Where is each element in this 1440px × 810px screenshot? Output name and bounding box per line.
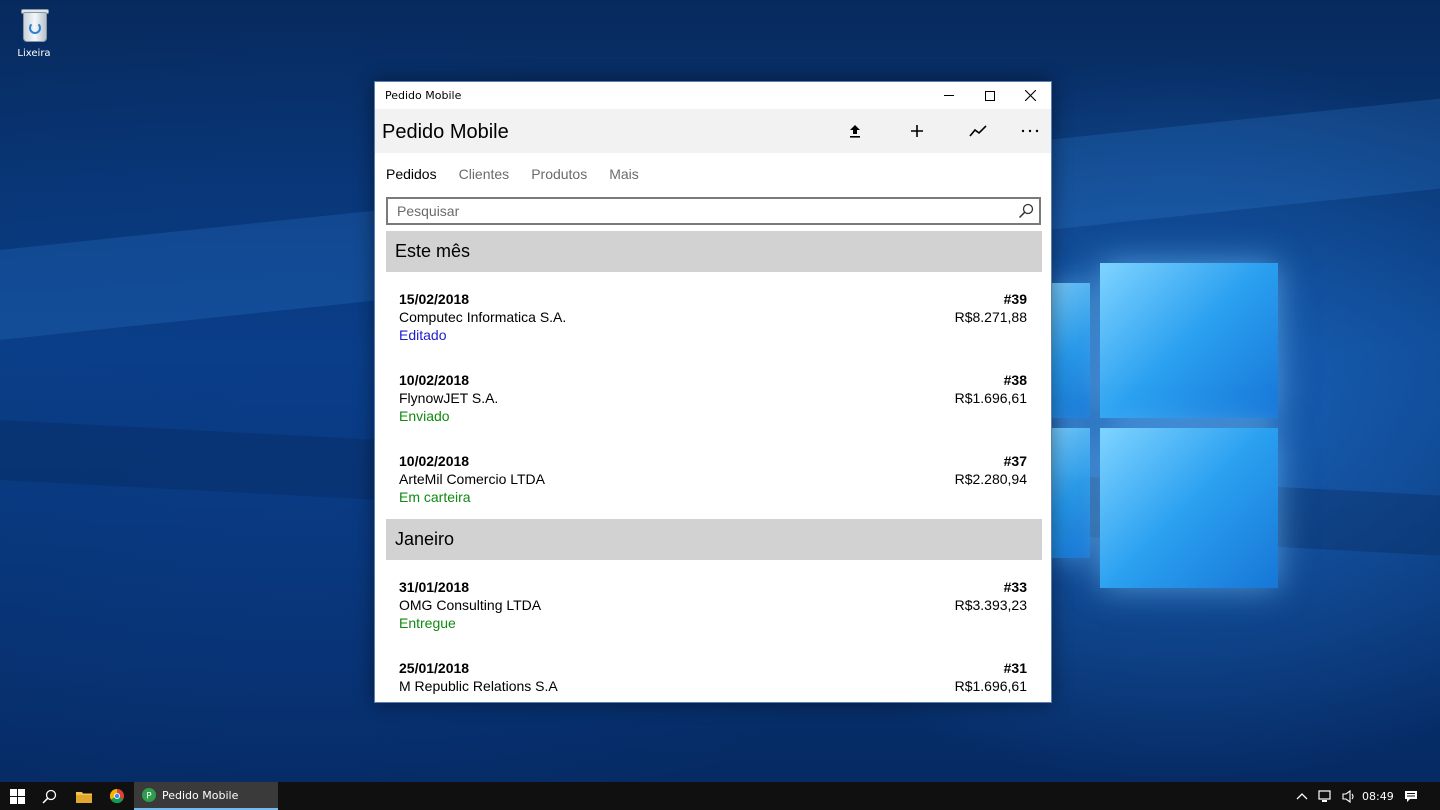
app-title: Pedido Mobile <box>382 121 509 143</box>
chart-button[interactable] <box>962 115 994 147</box>
order-item[interactable]: 10/02/2018 #37 ArteMil Comercio LTDA R$2… <box>386 434 1042 515</box>
upload-icon <box>850 125 860 138</box>
chrome-icon <box>110 789 124 803</box>
order-status: Editado <box>399 327 447 343</box>
order-date: 15/02/2018 <box>399 291 470 307</box>
tab-mais[interactable]: Mais <box>609 166 639 182</box>
action-center-button[interactable] <box>1398 782 1424 810</box>
taskbar-app-label: Pedido Mobile <box>162 788 239 802</box>
search-icon <box>41 789 56 804</box>
search-icon[interactable] <box>1018 203 1034 219</box>
orders-list: Este mês 15/02/2018 #39 Computec Informa… <box>386 231 1042 702</box>
desktop-icon-recycle-bin[interactable]: Lixeira <box>8 6 60 59</box>
close-icon <box>1025 90 1036 101</box>
maximize-icon <box>984 90 995 101</box>
app-header: Pedido Mobile <box>375 109 1051 153</box>
order-item[interactable]: 15/02/2018 #39 Computec Informatica S.A.… <box>386 272 1042 353</box>
group-header: Janeiro <box>386 519 1042 560</box>
order-value: R$1.696,61 <box>954 678 1027 694</box>
order-value: R$2.280,94 <box>954 471 1027 487</box>
order-number: #37 <box>1003 453 1027 469</box>
order-item[interactable]: 31/01/2018 #33 OMG Consulting LTDA R$3.3… <box>386 560 1042 641</box>
chrome-button[interactable] <box>102 782 132 810</box>
order-number: #39 <box>1003 291 1027 307</box>
title-bar[interactable]: Pedido Mobile <box>375 82 1051 109</box>
windows-start-icon <box>9 788 25 804</box>
add-icon <box>911 125 923 137</box>
order-number: #31 <box>1003 660 1027 676</box>
more-button[interactable] <box>1014 115 1046 147</box>
pedido-mobile-app-icon: P <box>142 788 156 802</box>
order-client: M Republic Relations S.A <box>399 678 558 694</box>
tab-pedidos[interactable]: Pedidos <box>386 166 437 182</box>
window-title: Pedido Mobile <box>385 89 462 102</box>
system-tray <box>1296 782 1356 810</box>
notification-icon <box>1405 790 1417 802</box>
add-button[interactable] <box>901 115 933 147</box>
recycle-bin-icon <box>19 6 49 44</box>
order-client: FlynowJET S.A. <box>399 390 499 406</box>
order-item[interactable]: 25/01/2018 #31 M Republic Relations S.A … <box>386 641 1042 702</box>
order-value: R$1.696,61 <box>954 390 1027 406</box>
tab-bar: Pedidos Clientes Produtos Mais <box>386 166 639 182</box>
order-client: Computec Informatica S.A. <box>399 309 567 325</box>
order-client: ArteMil Comercio LTDA <box>399 471 545 487</box>
order-item[interactable]: 10/02/2018 #38 FlynowJET S.A. R$1.696,61… <box>386 353 1042 434</box>
taskbar-clock[interactable]: 08:49 <box>1362 790 1394 803</box>
more-icon <box>1021 129 1039 133</box>
order-number: #33 <box>1003 579 1027 595</box>
upload-button[interactable] <box>839 115 871 147</box>
folder-icon <box>76 791 92 803</box>
order-date: 10/02/2018 <box>399 372 470 388</box>
chevron-up-icon[interactable] <box>1296 792 1308 800</box>
file-explorer-button[interactable] <box>68 782 100 810</box>
group-header: Este mês <box>386 231 1042 272</box>
search-box <box>386 197 1041 225</box>
taskbar-search-button[interactable] <box>34 782 64 810</box>
order-date: 10/02/2018 <box>399 453 470 469</box>
close-button[interactable] <box>1010 82 1051 109</box>
minimize-icon <box>943 95 954 96</box>
svg-text:P: P <box>146 792 152 802</box>
chart-icon <box>969 125 987 137</box>
order-date: 25/01/2018 <box>399 660 470 676</box>
app-window: Pedido Mobile Pedido Mobile Pedidos Clie… <box>374 81 1052 703</box>
minimize-button[interactable] <box>928 82 969 109</box>
tab-produtos[interactable]: Produtos <box>531 166 587 182</box>
order-value: R$8.271,88 <box>954 309 1027 325</box>
volume-icon[interactable] <box>1342 789 1356 803</box>
order-date: 31/01/2018 <box>399 579 470 595</box>
search-input[interactable] <box>388 199 1008 223</box>
order-number: #38 <box>1003 372 1027 388</box>
network-icon[interactable] <box>1318 789 1334 803</box>
order-status: Em carteira <box>399 489 471 505</box>
windows-logo-wallpaper <box>1052 258 1282 588</box>
order-status: Entregue <box>399 615 456 631</box>
start-button[interactable] <box>0 782 34 810</box>
order-client: OMG Consulting LTDA <box>399 597 542 613</box>
tab-clientes[interactable]: Clientes <box>459 166 510 182</box>
order-value: R$3.393,23 <box>954 597 1027 613</box>
order-status: Enviado <box>399 408 450 424</box>
taskbar: P Pedido Mobile 08:49 <box>0 782 1440 810</box>
taskbar-app-pedido-mobile[interactable]: P Pedido Mobile <box>134 782 278 810</box>
desktop-icon-label: Lixeira <box>17 48 51 59</box>
maximize-button[interactable] <box>969 82 1010 109</box>
